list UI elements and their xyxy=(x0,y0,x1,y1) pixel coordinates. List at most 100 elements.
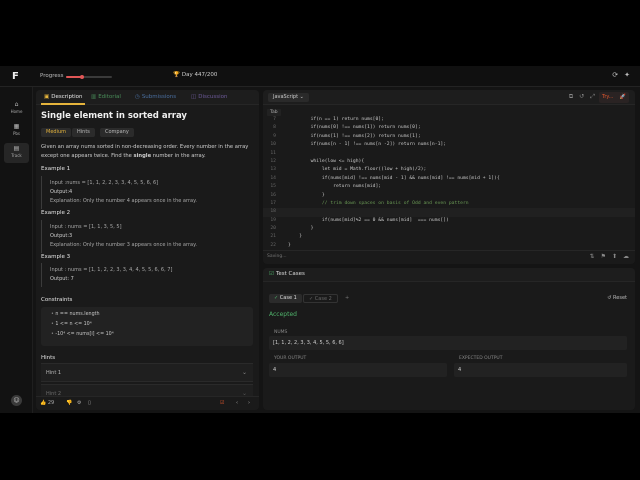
case-label: Case 1 xyxy=(279,295,297,301)
example-input: Input : nums = [1, 1, 2, 2, 3, 3, 4, 4, … xyxy=(50,267,173,273)
example-output: Output:4 xyxy=(50,189,73,195)
line-number: 7 xyxy=(273,117,276,122)
code-line[interactable]: 10 if(nums[n - 1] !== nums[n -2]) return… xyxy=(263,141,635,149)
statement-bold: single xyxy=(133,152,152,159)
refresh-icon[interactable]: ⟳ xyxy=(612,71,618,79)
reset-icon: ↺ xyxy=(607,295,612,301)
bookmark-icon[interactable]: ▯ xyxy=(88,400,91,406)
problem-panel: ▣ Description ▥ Editorial ◷ Submissions ◫ Di… xyxy=(36,90,259,410)
try-button[interactable]: Try... 🚀 xyxy=(599,92,629,103)
line-number: 17 xyxy=(270,200,276,206)
code-text: if(nums[n - 1] !== nums[n -2]) return nu… xyxy=(288,142,447,148)
sidebar-item-label: Pbs xyxy=(12,131,21,136)
sidebar-item-home[interactable]: ⌂ Home xyxy=(4,99,29,119)
hints-pill[interactable]: Hints xyxy=(72,128,95,137)
code-line[interactable]: 9 if(nums[1] !== nums[2]) return nums[1]… xyxy=(263,133,635,141)
language-select[interactable]: JavaScript ⌄ xyxy=(268,93,309,102)
prev-problem-icon[interactable]: ‹ xyxy=(236,400,238,406)
tab-label: Editorial xyxy=(98,94,121,100)
sidebar-item-label: Home xyxy=(10,109,23,114)
reset-button[interactable]: ↺ Reset xyxy=(607,295,627,301)
example-input: Input : nums = [1, 1, 3, 5, 5] xyxy=(50,224,122,230)
code-line[interactable]: 16 } xyxy=(263,192,635,200)
code-line[interactable]: 19 if(nums[mid]%2 == 0 && nums[mid] === … xyxy=(263,217,635,225)
expected-output-label: EXPECTED OUTPUT xyxy=(459,356,503,361)
reset-icon[interactable]: ↺ xyxy=(579,93,584,100)
code-line[interactable]: 13 let mid = Math.floor((low + high)/2); xyxy=(263,166,635,174)
next-problem-icon[interactable]: › xyxy=(248,400,250,406)
code-area[interactable]: 7 if(n == 1) return nums[0]; 8 if(nums[0]… xyxy=(263,116,635,248)
chevron-down-icon: ⌄ xyxy=(241,369,247,376)
code-text: let mid = Math.floor((low + high)/2); xyxy=(288,167,427,173)
cloud-icon[interactable]: ☁ xyxy=(623,253,629,260)
code-line[interactable]: 11 xyxy=(263,150,635,158)
file-tab[interactable]: Tab xyxy=(267,109,281,116)
trophy-icon: 🏆 xyxy=(173,72,180,78)
expand-icon[interactable]: ⤢ xyxy=(590,93,595,100)
avatar[interactable]: ☺ xyxy=(11,395,22,406)
case-1-tab[interactable]: ✓ Case 1 xyxy=(269,294,302,303)
format-icon[interactable]: ⇅ xyxy=(590,253,595,260)
code-line[interactable]: 17 // trim down spaces on basis of Odd a… xyxy=(263,200,635,208)
day-counter: 🏆 Day 447/200 xyxy=(173,72,217,78)
problem-title: Single element in sorted array xyxy=(41,111,187,121)
logo[interactable]: F xyxy=(12,71,19,82)
line-number: 15 xyxy=(270,184,276,190)
code-line[interactable]: 22} xyxy=(263,242,635,248)
code-text: if(n == 1) return nums[0]; xyxy=(288,117,384,122)
tab-test-cases[interactable]: ☑ Test Cases xyxy=(269,271,305,277)
code-line[interactable]: 12 while(low <= high){ xyxy=(263,158,635,166)
company-pill[interactable]: Company xyxy=(100,128,134,137)
tab-editorial[interactable]: ▥ Editorial xyxy=(91,94,121,100)
gear-icon[interactable]: ⚙ xyxy=(77,400,81,406)
problem-statement: Given an array nums sorted in non-decrea… xyxy=(41,143,253,160)
constraint-item: -10⁴ <= nums[i] <= 10⁴ xyxy=(51,330,243,340)
tab-discussion[interactable]: ◫ Discussion xyxy=(191,94,227,100)
code-line[interactable]: 21 } xyxy=(263,233,635,241)
code-line[interactable]: 20 } xyxy=(263,225,635,233)
example-explanation: Explanation: Only the number 3 appears o… xyxy=(50,242,197,248)
code-line[interactable]: 8 if(nums[0] !== nums[1]) return nums[0]… xyxy=(263,124,635,132)
tab-submissions[interactable]: ◷ Submissions xyxy=(135,94,176,100)
code-line[interactable]: 15 return nums[mid]; xyxy=(263,183,635,191)
code-text: if(nums[0] !== nums[1]) return nums[0]; xyxy=(288,125,421,131)
constraint-item: 1 <= n <= 10⁴ xyxy=(51,320,243,330)
example-heading: Example 3 xyxy=(41,254,71,260)
run-icon[interactable]: ⚑ xyxy=(601,253,606,260)
like-button[interactable]: 👍 29 xyxy=(40,400,54,406)
rocket-icon: 🚀 xyxy=(619,94,626,100)
line-number: 16 xyxy=(270,192,276,198)
copy-icon[interactable]: ⧉ xyxy=(569,93,573,100)
example-block: Input :nums = [1, 1, 2, 2, 3, 3, 4, 5, 5… xyxy=(41,176,253,209)
code-line[interactable]: 18 xyxy=(263,208,635,217)
code-text: while(low <= high){ xyxy=(288,158,365,164)
code-line[interactable]: 7 if(n == 1) return nums[0]; xyxy=(263,116,635,124)
check-icon: ✓ xyxy=(274,295,279,301)
tab-description[interactable]: ▣ Description xyxy=(44,94,83,100)
case-2-tab[interactable]: ✓ Case 2 xyxy=(303,294,338,303)
active-tab-indicator xyxy=(41,103,85,105)
reset-label: Reset xyxy=(613,295,627,301)
tab-label: Description xyxy=(51,94,83,100)
tab-label: Submissions xyxy=(141,94,177,100)
like-count: 29 xyxy=(47,400,55,406)
code-text: } xyxy=(288,192,325,198)
test-cases-title: Test Cases xyxy=(275,271,305,277)
line-number: 8 xyxy=(273,125,276,131)
upload-icon[interactable]: ⬆ xyxy=(612,253,617,260)
constraint-item: n == nums.length xyxy=(51,310,243,320)
dislike-icon[interactable]: 👎 xyxy=(66,400,72,406)
book-icon: ▥ xyxy=(91,94,97,100)
statement-text: number in the array. xyxy=(151,152,206,159)
settings-icon[interactable]: ✦ xyxy=(624,71,630,79)
example-output: Output:3 xyxy=(50,233,73,239)
code-line[interactable]: 14 if(nums[mid] !== nums[mid - 1] && num… xyxy=(263,175,635,183)
add-case-button[interactable]: + xyxy=(340,294,354,303)
day-label: Day 447/200 xyxy=(181,72,218,78)
test-cases-header: ☑ Test Cases xyxy=(263,268,635,282)
hint-1-accordion[interactable]: Hint 1 ⌄ xyxy=(41,363,253,382)
sidebar-item-problems[interactable]: ▦ Pbs xyxy=(4,121,29,141)
document-icon: ▣ xyxy=(44,94,50,100)
sidebar-item-track[interactable]: ▤ Track xyxy=(4,143,29,163)
example-input: Input :nums = [1, 1, 2, 2, 3, 3, 4, 5, 5… xyxy=(50,180,159,186)
